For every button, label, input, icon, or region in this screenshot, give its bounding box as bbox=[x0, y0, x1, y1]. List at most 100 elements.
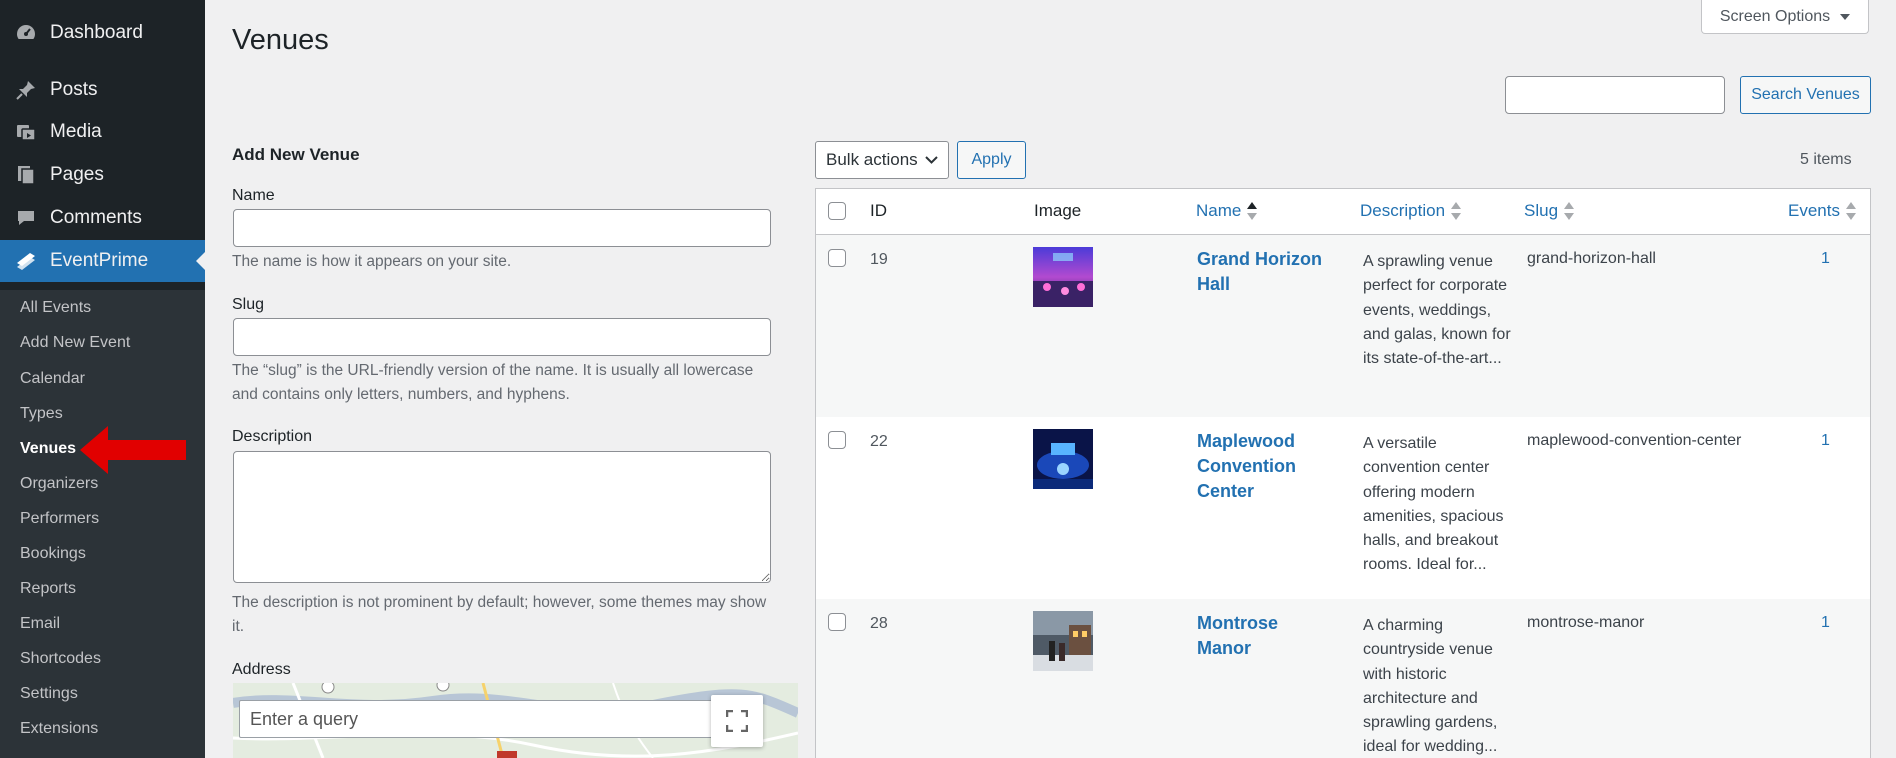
menu-label-pages: Pages bbox=[50, 164, 104, 185]
row-checkbox[interactable] bbox=[828, 249, 846, 267]
table-header: ID Image Name Description Slug Events bbox=[816, 189, 1870, 235]
sort-icon bbox=[1451, 202, 1462, 220]
submenu-shortcodes[interactable]: Shortcodes bbox=[20, 650, 101, 668]
submenu-add-new-event[interactable]: Add New Event bbox=[20, 334, 130, 352]
menu-label-media: Media bbox=[50, 121, 102, 142]
venue-name-link[interactable]: Montrose Manor bbox=[1197, 611, 1327, 661]
bulk-actions-label: Bulk actions bbox=[826, 150, 918, 169]
submenu-types[interactable]: Types bbox=[20, 405, 63, 423]
row-checkbox[interactable] bbox=[828, 431, 846, 449]
column-name-label: Name bbox=[1196, 201, 1242, 220]
eventprime-icon bbox=[14, 249, 38, 273]
venue-events-count[interactable]: 1 bbox=[1821, 614, 1830, 632]
description-field[interactable] bbox=[233, 451, 771, 583]
caret-down-icon bbox=[1840, 13, 1851, 20]
pushpin-icon bbox=[14, 78, 38, 102]
column-header-image: Image bbox=[1034, 201, 1081, 221]
menu-item-eventprime[interactable]: EventPrime bbox=[0, 240, 205, 282]
address-map[interactable]: Enter a query bbox=[233, 683, 798, 758]
menu-item-posts[interactable]: Posts bbox=[0, 69, 205, 111]
name-field[interactable] bbox=[233, 209, 771, 247]
search-input[interactable] bbox=[1505, 76, 1725, 114]
table-row: 22 Maplewood Convention Center A versati… bbox=[816, 417, 1870, 599]
column-image-label: Image bbox=[1034, 201, 1082, 220]
submenu-reports[interactable]: Reports bbox=[20, 580, 76, 598]
name-help-text: The name is how it appears on your site. bbox=[232, 253, 512, 270]
column-header-events[interactable]: Events bbox=[1788, 201, 1856, 221]
search-venues-button[interactable]: Search Venues bbox=[1740, 76, 1871, 114]
venue-slug: maplewood-convention-center bbox=[1527, 432, 1742, 449]
venue-thumbnail[interactable] bbox=[1033, 429, 1093, 489]
venue-id: 28 bbox=[870, 615, 888, 632]
chevron-down-icon bbox=[925, 156, 938, 164]
slug-field[interactable] bbox=[233, 318, 771, 356]
submenu-extensions[interactable]: Extensions bbox=[20, 720, 98, 738]
column-id-label: ID bbox=[870, 201, 887, 220]
venue-name-link[interactable]: Grand Horizon Hall bbox=[1197, 247, 1327, 297]
venue-id: 19 bbox=[870, 251, 888, 268]
page-title: Venues bbox=[232, 24, 329, 56]
submenu-bookings[interactable]: Bookings bbox=[20, 545, 86, 563]
items-count: 5 items bbox=[1800, 151, 1852, 168]
column-header-id: ID bbox=[870, 201, 887, 221]
description-label: Description bbox=[232, 428, 313, 445]
slug-help-text: The “slug” is the URL-friendly version o… bbox=[232, 362, 754, 403]
description-help-text: The description is not prominent by defa… bbox=[232, 594, 767, 635]
menu-label-eventprime: EventPrime bbox=[50, 250, 149, 271]
submenu-venues[interactable]: Venues bbox=[20, 440, 76, 458]
admin-sidebar: Dashboard Posts Media Pages Comments Eve… bbox=[0, 0, 205, 758]
address-label: Address bbox=[232, 661, 291, 678]
submenu-organizers[interactable]: Organizers bbox=[20, 475, 98, 493]
submenu-email[interactable]: Email bbox=[20, 615, 60, 633]
menu-item-dashboard[interactable]: Dashboard bbox=[0, 12, 205, 54]
table-row: 19 Grand Horizon Hall A sprawling venue … bbox=[816, 235, 1870, 417]
venue-events-count[interactable]: 1 bbox=[1821, 432, 1830, 450]
venue-thumbnail[interactable] bbox=[1033, 611, 1093, 671]
column-description-label: Description bbox=[1360, 201, 1446, 220]
venue-description: A charming countryside venue with histor… bbox=[1363, 617, 1498, 756]
screen-options-button[interactable]: Screen Options bbox=[1701, 0, 1869, 34]
name-label: Name bbox=[232, 187, 275, 204]
menu-item-pages[interactable]: Pages bbox=[0, 154, 205, 196]
venues-table: ID Image Name Description Slug Events 19… bbox=[815, 188, 1871, 758]
venue-events-count[interactable]: 1 bbox=[1821, 250, 1830, 268]
select-all-checkbox[interactable] bbox=[828, 202, 846, 220]
column-header-slug[interactable]: Slug bbox=[1524, 201, 1575, 221]
menu-item-media[interactable]: Media bbox=[0, 111, 205, 153]
screen-options-label: Screen Options bbox=[1719, 7, 1831, 25]
column-slug-label: Slug bbox=[1524, 201, 1559, 220]
menu-label-posts: Posts bbox=[50, 79, 98, 100]
red-arrow-annotation bbox=[80, 426, 186, 474]
venue-id: 22 bbox=[870, 433, 888, 450]
venue-thumbnail[interactable] bbox=[1033, 247, 1093, 307]
venue-slug: grand-horizon-hall bbox=[1527, 250, 1656, 267]
submenu-settings[interactable]: Settings bbox=[20, 685, 78, 703]
menu-label-comments: Comments bbox=[50, 207, 142, 228]
submenu-all-events[interactable]: All Events bbox=[20, 299, 91, 317]
apply-button[interactable]: Apply bbox=[957, 141, 1026, 179]
eventprime-submenu: All Events Add New Event Calendar Types … bbox=[0, 290, 205, 758]
column-header-description[interactable]: Description bbox=[1360, 201, 1462, 221]
sort-icon bbox=[1564, 202, 1575, 220]
bulk-actions-select[interactable]: Bulk actions bbox=[815, 141, 949, 179]
dashboard-icon bbox=[14, 21, 38, 45]
comment-icon bbox=[14, 206, 38, 230]
map-fullscreen-button[interactable] bbox=[711, 695, 763, 747]
menu-label-dashboard: Dashboard bbox=[50, 22, 143, 43]
venue-name-link[interactable]: Maplewood Convention Center bbox=[1197, 429, 1327, 504]
sort-ascending-icon bbox=[1247, 202, 1258, 220]
submenu-performers[interactable]: Performers bbox=[20, 510, 99, 528]
menu-item-comments[interactable]: Comments bbox=[0, 197, 205, 239]
venue-slug: montrose-manor bbox=[1527, 614, 1645, 631]
sort-icon bbox=[1845, 202, 1856, 220]
column-header-name[interactable]: Name bbox=[1196, 201, 1258, 221]
row-checkbox[interactable] bbox=[828, 613, 846, 631]
map-search-input[interactable]: Enter a query bbox=[239, 700, 713, 738]
venue-description: A sprawling venue perfect for corporate … bbox=[1363, 253, 1511, 368]
column-events-label: Events bbox=[1788, 201, 1840, 220]
add-new-venue-heading: Add New Venue bbox=[232, 145, 360, 164]
pages-icon bbox=[14, 163, 38, 187]
fullscreen-icon bbox=[726, 710, 748, 732]
submenu-calendar[interactable]: Calendar bbox=[20, 370, 85, 388]
slug-label: Slug bbox=[232, 296, 265, 313]
